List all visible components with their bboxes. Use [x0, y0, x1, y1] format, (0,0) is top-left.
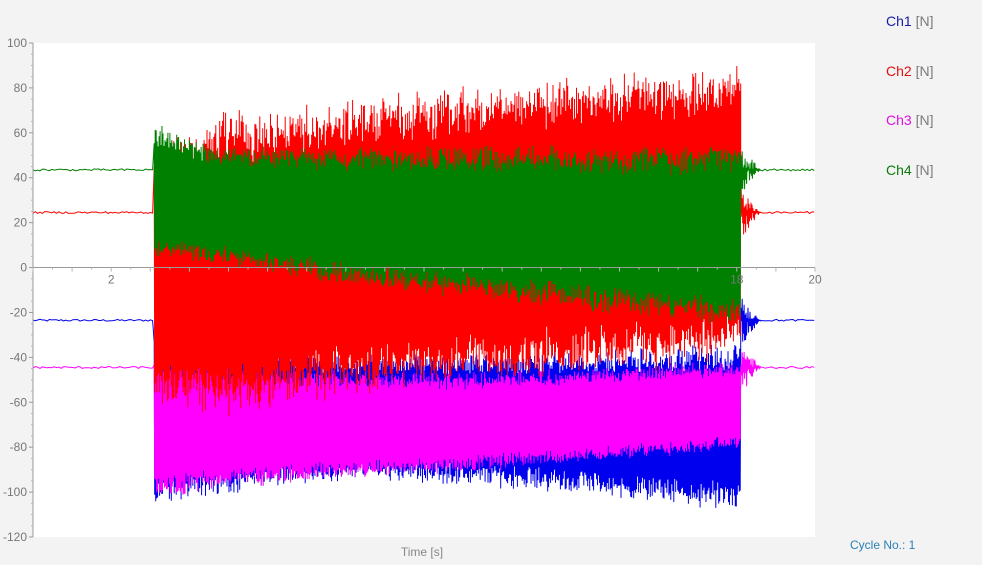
y-tick-label: -40	[10, 350, 28, 364]
legend-item-ch1[interactable]: Ch1 [N]	[886, 13, 933, 29]
x-axis-title: Time [s]	[401, 545, 443, 559]
y-tick-label: -120	[3, 530, 27, 544]
y-tick-label: 60	[14, 126, 28, 140]
legend-unit-ch3: [N]	[915, 112, 934, 128]
legend-item-ch3[interactable]: Ch3 [N]	[886, 112, 933, 128]
legend-unit-ch2: [N]	[915, 63, 934, 79]
y-tick-label: -20	[10, 305, 28, 319]
legend-label-ch3: Ch3	[886, 112, 912, 128]
legend-unit-ch1: [N]	[915, 13, 934, 29]
legend-item-ch2[interactable]: Ch2 [N]	[886, 63, 933, 79]
cycle-number-label: Cycle No.: 1	[850, 538, 916, 552]
chart: 100 80 60 40 20 0 -20 -40 -60 -80 -100 -120 2 18 20 Ti…	[3, 36, 822, 559]
y-tick-label: 40	[14, 171, 28, 185]
y-tick-label: 0	[20, 261, 27, 275]
legend-label-ch1: Ch1	[886, 13, 912, 29]
y-tick-label: -100	[3, 485, 27, 499]
x-tick-label: 20	[808, 273, 822, 287]
title-mark: · · · ·	[497, 0, 539, 9]
y-tick-label: 20	[14, 216, 28, 230]
legend-label-ch4: Ch4	[886, 162, 912, 178]
legend-unit-ch4: [N]	[915, 162, 934, 178]
y-tick-label: 80	[14, 81, 28, 95]
x-tick-label: 2	[108, 273, 115, 287]
legend-label-ch2: Ch2	[886, 63, 912, 79]
y-tick-label: -80	[10, 440, 28, 454]
x-tick-label: 18	[730, 273, 744, 287]
legend-item-ch4[interactable]: Ch4 [N]	[886, 162, 933, 178]
y-tick-label: 100	[7, 36, 27, 50]
y-tick-label: -60	[10, 395, 28, 409]
